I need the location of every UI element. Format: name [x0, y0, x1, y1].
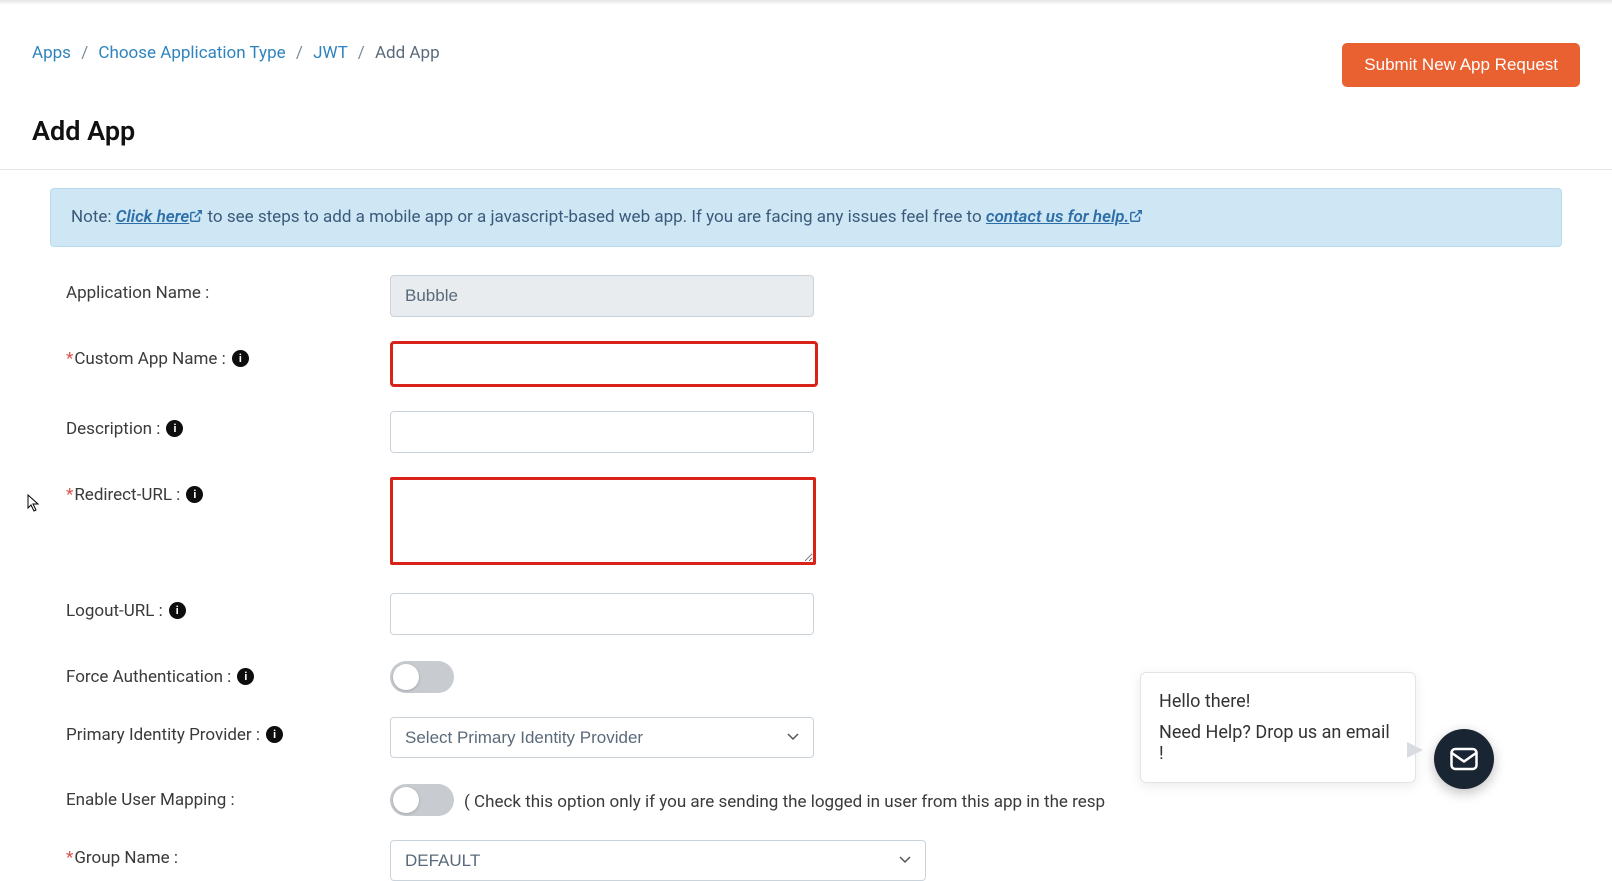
group-name-label: Group Name : [74, 848, 178, 868]
info-icon[interactable]: i [237, 668, 254, 685]
info-icon[interactable]: i [186, 486, 203, 503]
contact-us-link[interactable]: contact us for help. [986, 207, 1143, 227]
external-link-icon [1129, 208, 1143, 228]
info-icon[interactable]: i [266, 726, 283, 743]
note-prefix: Note: [71, 207, 116, 227]
logout-url-input[interactable] [390, 593, 814, 635]
primary-idp-label: Primary Identity Provider : [66, 725, 260, 745]
click-here-link[interactable]: Click here [116, 207, 204, 227]
custom-app-name-label: Custom App Name : [74, 349, 225, 369]
toggle-knob [393, 664, 419, 690]
chat-line2: Need Help? Drop us an email ! [1159, 722, 1397, 764]
mail-icon [1449, 744, 1479, 774]
enable-user-mapping-toggle[interactable] [390, 784, 454, 816]
note-mid: to see steps to add a mobile app or a ja… [208, 207, 986, 227]
submit-new-app-request-button[interactable]: Submit New App Request [1342, 43, 1580, 87]
redirect-url-label: Redirect-URL : [74, 485, 180, 505]
primary-idp-select[interactable]: Select Primary Identity Provider [390, 717, 814, 758]
chat-bubble: Hello there! Need Help? Drop us an email… [1140, 672, 1416, 783]
cursor-icon [27, 494, 41, 516]
custom-app-name-input[interactable] [390, 341, 818, 387]
chat-pointer-icon [1407, 742, 1423, 762]
breadcrumb-choose[interactable]: Choose Application Type [98, 43, 285, 63]
page-title: Add App [32, 115, 1580, 147]
application-name-input [390, 275, 814, 317]
logout-url-label: Logout-URL : [66, 601, 163, 621]
breadcrumb-jwt[interactable]: JWT [313, 43, 347, 63]
breadcrumb: Apps / Choose Application Type / JWT / A… [32, 43, 440, 63]
divider [0, 169, 1612, 170]
group-name-select[interactable]: DEFAULT [390, 840, 926, 881]
enable-user-mapping-hint: ( Check this option only if you are send… [464, 786, 1105, 812]
info-icon[interactable]: i [232, 350, 249, 367]
breadcrumb-current: Add App [375, 43, 440, 63]
info-icon[interactable]: i [169, 602, 186, 619]
force-auth-toggle[interactable] [390, 661, 454, 693]
enable-user-mapping-label: Enable User Mapping : [66, 790, 235, 810]
application-name-label: Application Name : [66, 283, 209, 303]
chat-fab-button[interactable] [1434, 729, 1494, 789]
info-icon[interactable]: i [166, 420, 183, 437]
breadcrumb-apps[interactable]: Apps [32, 43, 71, 63]
toggle-knob [393, 787, 419, 813]
note-box: Note: Click here to see steps to add a m… [50, 188, 1562, 247]
description-input[interactable] [390, 411, 814, 453]
breadcrumb-sep: / [81, 43, 88, 63]
external-link-icon [189, 208, 203, 228]
breadcrumb-sep: / [296, 43, 303, 63]
description-label: Description : [66, 419, 160, 439]
force-auth-label: Force Authentication : [66, 667, 231, 687]
breadcrumb-sep: / [358, 43, 365, 63]
redirect-url-textarea[interactable] [390, 477, 816, 565]
chat-line1: Hello there! [1159, 691, 1397, 712]
